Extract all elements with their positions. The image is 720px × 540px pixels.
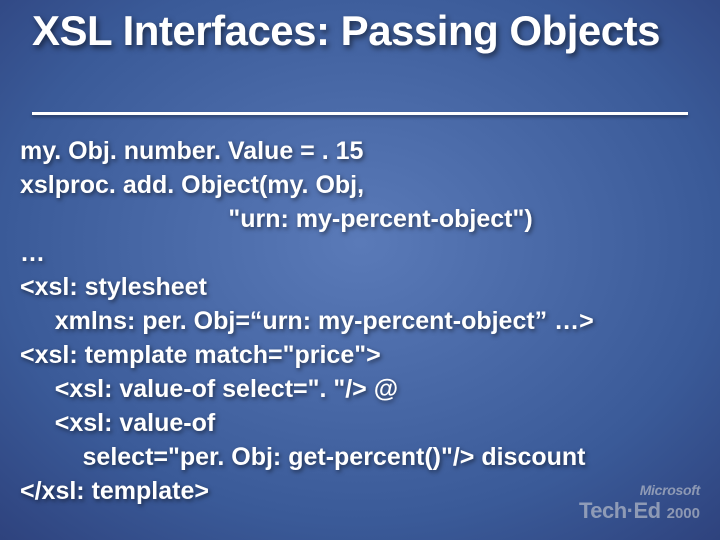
slide-title: XSL Interfaces: Passing Objects: [32, 8, 700, 53]
logo-year: 2000: [667, 505, 700, 522]
microsoft-teched-logo: Microsoft Tech·Ed 2000: [579, 482, 700, 524]
logo-company: Microsoft: [579, 482, 700, 498]
code-block: my. Obj. number. Value = . 15 xslproc. a…: [20, 134, 700, 508]
logo-event: Tech·Ed: [579, 498, 661, 524]
title-underline: [32, 112, 688, 115]
